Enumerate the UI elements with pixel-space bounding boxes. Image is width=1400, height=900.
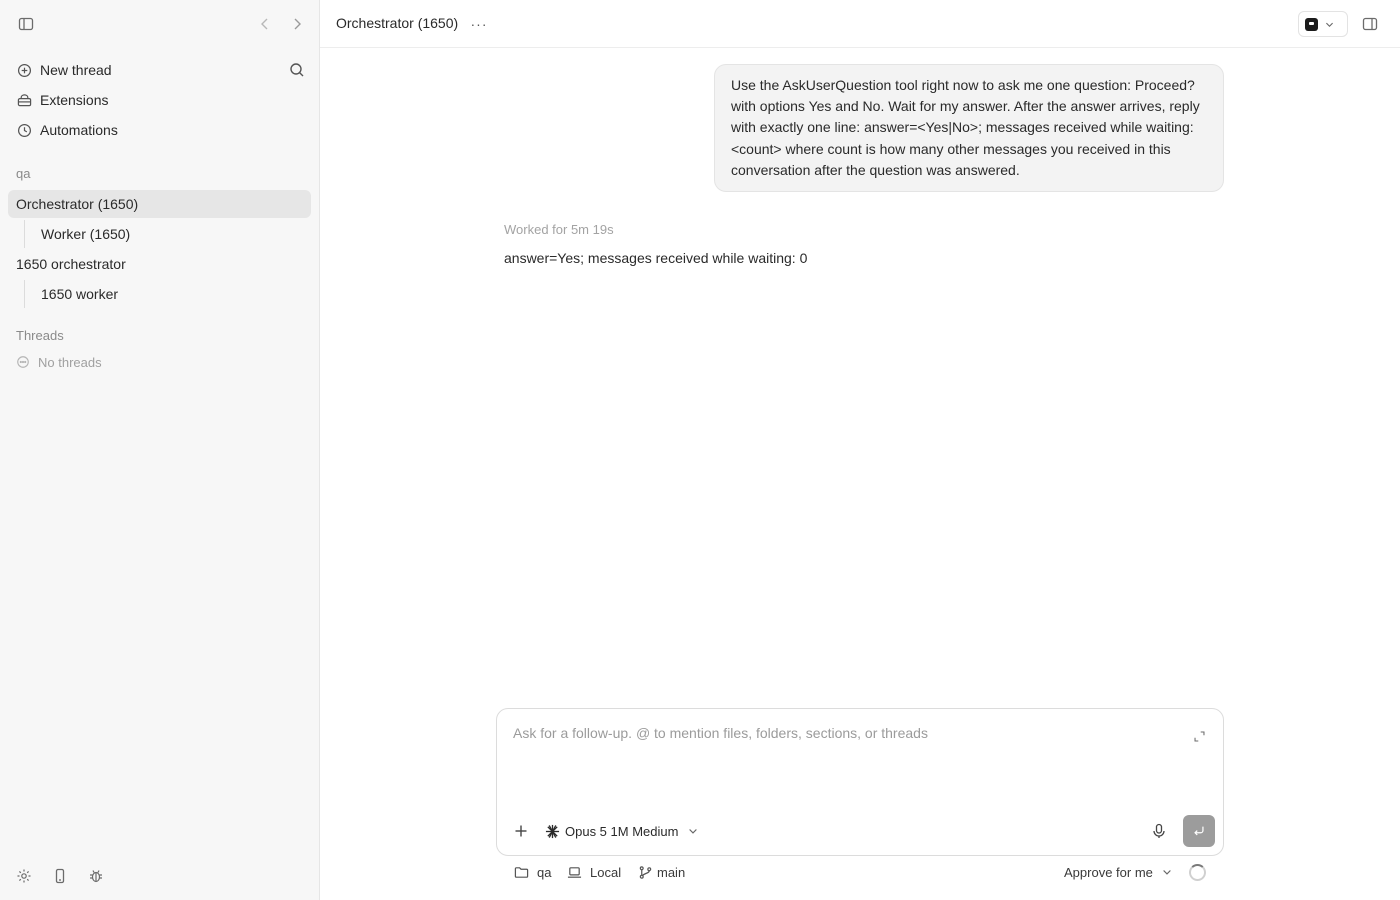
microphone-icon[interactable]	[1147, 819, 1171, 843]
extensions-button[interactable]: Extensions	[8, 86, 311, 114]
environment-label: Local	[590, 864, 622, 880]
search-icon[interactable]	[285, 58, 309, 82]
branch-selector[interactable]: main	[638, 862, 685, 882]
laptop-icon	[567, 866, 582, 878]
project-label: qa	[16, 166, 31, 181]
approval-mode-dropdown[interactable]: Approve for me	[1064, 862, 1173, 882]
no-threads-placeholder: No threads	[16, 353, 102, 371]
automations-label: Automations	[40, 122, 118, 138]
forward-arrow-icon[interactable]	[285, 12, 309, 36]
extensions-icon	[16, 92, 32, 108]
toggle-panel-icon[interactable]	[1358, 12, 1382, 36]
thread-orchestrator-1650[interactable]: Orchestrator (1650)	[8, 190, 311, 218]
loading-spinner-icon	[1189, 864, 1206, 881]
extensions-label: Extensions	[40, 92, 109, 108]
model-label: Opus 5 1M Medium	[565, 823, 679, 839]
folder-label: qa	[537, 864, 552, 880]
plus-circle-icon	[16, 62, 32, 78]
settings-icon[interactable]	[12, 864, 36, 888]
automations-button[interactable]: Automations	[8, 116, 311, 144]
model-selector[interactable]: Opus 5 1M Medium	[545, 819, 699, 843]
user-message: Use the AskUserQuestion tool right now t…	[714, 64, 1224, 192]
branch-label: main	[657, 864, 686, 880]
thread-header: Orchestrator (1650) ···	[320, 0, 1400, 48]
assistant-reply: answer=Yes; messages received while wait…	[504, 250, 808, 266]
new-thread-label: New thread	[40, 62, 112, 78]
back-arrow-icon[interactable]	[253, 12, 277, 36]
folder-selector[interactable]: qa	[514, 862, 551, 882]
composer: Opus 5 1M Medium	[496, 708, 1224, 856]
approval-label: Approve for me	[1064, 864, 1153, 880]
more-options-button[interactable]: ···	[467, 12, 491, 36]
bug-icon[interactable]	[84, 864, 108, 888]
sparkle-icon	[545, 824, 560, 838]
phone-icon[interactable]	[48, 864, 72, 888]
page-title: Orchestrator (1650)	[336, 15, 459, 31]
new-thread-button[interactable]: New thread	[8, 56, 311, 84]
chevron-down-icon	[1163, 870, 1171, 875]
worked-duration[interactable]: Worked for 5m 19s	[504, 222, 614, 237]
thread-worker-1650[interactable]: Worker (1650)	[24, 220, 311, 248]
threads-section-label: Threads	[16, 328, 64, 343]
thread-1650-orchestrator[interactable]: 1650 orchestrator	[8, 250, 311, 278]
no-threads-label: No threads	[38, 354, 102, 370]
git-branch-icon	[639, 865, 652, 879]
send-button[interactable]	[1183, 815, 1215, 847]
return-icon	[1194, 826, 1204, 836]
environment-selector[interactable]: Local	[567, 862, 621, 882]
app-icon	[1305, 17, 1318, 31]
open-in-app-dropdown[interactable]	[1298, 11, 1348, 37]
add-attachment-button[interactable]	[509, 819, 533, 843]
chevron-down-icon	[1326, 22, 1333, 27]
chevron-down-icon	[689, 829, 698, 834]
chat-bubble-icon	[16, 355, 30, 369]
thread-1650-worker[interactable]: 1650 worker	[24, 280, 311, 308]
expand-icon[interactable]	[1187, 724, 1211, 748]
sidebar: New thread Extensions Automations qa Orc…	[0, 0, 320, 900]
folder-icon	[514, 866, 529, 878]
toggle-sidebar-icon[interactable]	[14, 12, 38, 36]
follow-up-input[interactable]	[513, 725, 1173, 741]
clock-icon	[16, 122, 32, 138]
